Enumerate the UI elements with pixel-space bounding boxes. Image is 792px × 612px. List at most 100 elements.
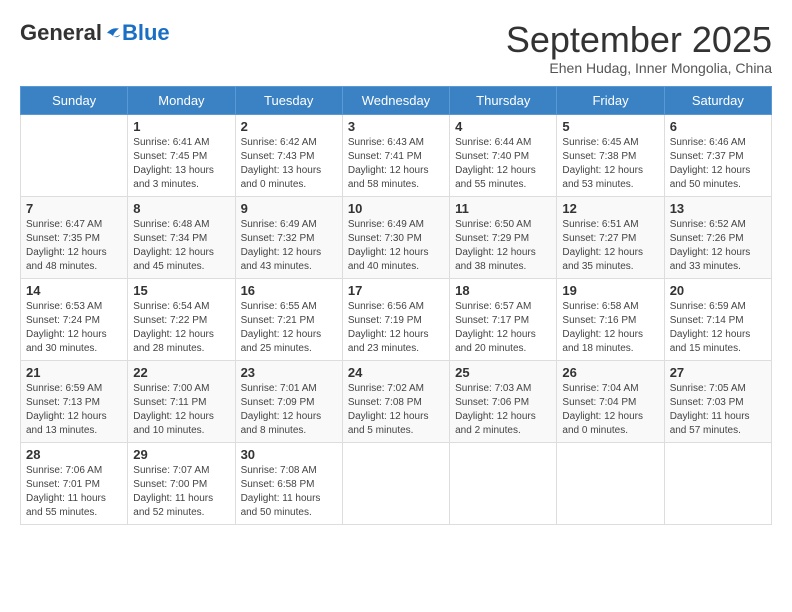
location-subtitle: Ehen Hudag, Inner Mongolia, China bbox=[506, 60, 772, 76]
calendar-cell: 9 Sunrise: 6:49 AMSunset: 7:32 PMDaylight… bbox=[235, 196, 342, 278]
day-info: Sunrise: 7:04 AMSunset: 7:04 PMDaylight:… bbox=[562, 382, 658, 438]
calendar-week-row: 28Sunrise: 7:06 AMSunset: 7:01 PMDayligh… bbox=[21, 442, 772, 524]
day-info: Sunrise: 6:55 AMSunset: 7:21 PMDaylight:… bbox=[241, 300, 337, 356]
day-number: 4 bbox=[455, 119, 551, 134]
day-info: Sunrise: 6:50 AMSunset: 7:29 PMDaylight:… bbox=[455, 218, 551, 274]
day-number: 6 bbox=[670, 119, 766, 134]
calendar-cell bbox=[557, 442, 664, 524]
calendar-cell: 17 Sunrise: 6:56 AMSunset: 7:19 PMDayligh… bbox=[342, 278, 449, 360]
day-number: 27 bbox=[670, 365, 766, 380]
header-tuesday: Tuesday bbox=[235, 86, 342, 114]
calendar-cell: 12Sunrise: 6:51 AMSunset: 7:27 PMDayligh… bbox=[557, 196, 664, 278]
header-monday: Monday bbox=[128, 86, 235, 114]
header-wednesday: Wednesday bbox=[342, 86, 449, 114]
day-info: Sunrise: 6:54 AMSunset: 7:22 PMDaylight:… bbox=[133, 300, 229, 356]
day-number: 17 bbox=[348, 283, 444, 298]
calendar-cell: 2 Sunrise: 6:42 AMSunset: 7:43 PMDaylight… bbox=[235, 114, 342, 196]
day-number: 25 bbox=[455, 365, 551, 380]
day-info: Sunrise: 7:08 AMSunset: 6:58 PMDaylight:… bbox=[241, 464, 337, 520]
day-info: Sunrise: 7:07 AMSunset: 7:00 PMDaylight:… bbox=[133, 464, 229, 520]
header-friday: Friday bbox=[557, 86, 664, 114]
day-info: Sunrise: 7:01 AMSunset: 7:09 PMDaylight:… bbox=[241, 382, 337, 438]
day-number: 13 bbox=[670, 201, 766, 216]
day-number: 5 bbox=[562, 119, 658, 134]
day-info: Sunrise: 6:48 AMSunset: 7:34 PMDaylight:… bbox=[133, 218, 229, 274]
day-info: Sunrise: 6:49 AMSunset: 7:30 PMDaylight:… bbox=[348, 218, 444, 274]
day-info: Sunrise: 6:49 AMSunset: 7:32 PMDaylight:… bbox=[241, 218, 337, 274]
logo-bird-icon bbox=[104, 24, 122, 42]
calendar-cell: 24 Sunrise: 7:02 AMSunset: 7:08 PMDayligh… bbox=[342, 360, 449, 442]
calendar-cell: 7 Sunrise: 6:47 AMSunset: 7:35 PMDaylight… bbox=[21, 196, 128, 278]
day-number: 10 bbox=[348, 201, 444, 216]
month-title: September 2025 bbox=[506, 20, 772, 60]
day-info: Sunrise: 6:42 AMSunset: 7:43 PMDaylight:… bbox=[241, 136, 337, 192]
calendar-cell: 4 Sunrise: 6:44 AMSunset: 7:40 PMDaylight… bbox=[450, 114, 557, 196]
day-number: 20 bbox=[670, 283, 766, 298]
calendar-cell: 27 Sunrise: 7:05 AMSunset: 7:03 PMDayligh… bbox=[664, 360, 771, 442]
calendar-cell: 16 Sunrise: 6:55 AMSunset: 7:21 PMDayligh… bbox=[235, 278, 342, 360]
day-number: 30 bbox=[241, 447, 337, 462]
day-number: 18 bbox=[455, 283, 551, 298]
day-number: 23 bbox=[241, 365, 337, 380]
logo-general-text: General bbox=[20, 20, 102, 46]
day-number: 8 bbox=[133, 201, 229, 216]
day-info: Sunrise: 6:57 AMSunset: 7:17 PMDaylight:… bbox=[455, 300, 551, 356]
day-info: Sunrise: 7:00 AMSunset: 7:11 PMDaylight:… bbox=[133, 382, 229, 438]
day-number: 26 bbox=[562, 365, 658, 380]
calendar-week-row: 14 Sunrise: 6:53 AMSunset: 7:24 PMDayligh… bbox=[21, 278, 772, 360]
day-number: 3 bbox=[348, 119, 444, 134]
calendar-cell: 15 Sunrise: 6:54 AMSunset: 7:22 PMDayligh… bbox=[128, 278, 235, 360]
day-info: Sunrise: 6:41 AMSunset: 7:45 PMDaylight:… bbox=[133, 136, 229, 192]
day-number: 22 bbox=[133, 365, 229, 380]
calendar-cell: 3Sunrise: 6:43 AMSunset: 7:41 PMDaylight… bbox=[342, 114, 449, 196]
calendar-cell bbox=[664, 442, 771, 524]
day-number: 29 bbox=[133, 447, 229, 462]
day-info: Sunrise: 7:06 AMSunset: 7:01 PMDaylight:… bbox=[26, 464, 122, 520]
day-info: Sunrise: 7:05 AMSunset: 7:03 PMDaylight:… bbox=[670, 382, 766, 438]
day-number: 15 bbox=[133, 283, 229, 298]
calendar-cell bbox=[21, 114, 128, 196]
header-thursday: Thursday bbox=[450, 86, 557, 114]
calendar-cell: 8 Sunrise: 6:48 AMSunset: 7:34 PMDaylight… bbox=[128, 196, 235, 278]
calendar-cell: 10 Sunrise: 6:49 AMSunset: 7:30 PMDayligh… bbox=[342, 196, 449, 278]
logo-blue-text: Blue bbox=[122, 20, 170, 46]
calendar-cell: 26 Sunrise: 7:04 AMSunset: 7:04 PMDayligh… bbox=[557, 360, 664, 442]
day-info: Sunrise: 6:44 AMSunset: 7:40 PMDaylight:… bbox=[455, 136, 551, 192]
day-info: Sunrise: 6:47 AMSunset: 7:35 PMDaylight:… bbox=[26, 218, 122, 274]
day-number: 9 bbox=[241, 201, 337, 216]
calendar-cell: 30 Sunrise: 7:08 AMSunset: 6:58 PMDayligh… bbox=[235, 442, 342, 524]
calendar-cell: 23 Sunrise: 7:01 AMSunset: 7:09 PMDayligh… bbox=[235, 360, 342, 442]
day-number: 19 bbox=[562, 283, 658, 298]
calendar-cell: 13Sunrise: 6:52 AMSunset: 7:26 PMDayligh… bbox=[664, 196, 771, 278]
day-number: 16 bbox=[241, 283, 337, 298]
calendar-week-row: 21 Sunrise: 6:59 AMSunset: 7:13 PMDayligh… bbox=[21, 360, 772, 442]
calendar-cell: 11Sunrise: 6:50 AMSunset: 7:29 PMDayligh… bbox=[450, 196, 557, 278]
calendar-cell: 14 Sunrise: 6:53 AMSunset: 7:24 PMDayligh… bbox=[21, 278, 128, 360]
day-info: Sunrise: 6:59 AMSunset: 7:13 PMDaylight:… bbox=[26, 382, 122, 438]
calendar-cell: 28Sunrise: 7:06 AMSunset: 7:01 PMDayligh… bbox=[21, 442, 128, 524]
calendar-cell bbox=[342, 442, 449, 524]
calendar-week-row: 7 Sunrise: 6:47 AMSunset: 7:35 PMDaylight… bbox=[21, 196, 772, 278]
day-number: 21 bbox=[26, 365, 122, 380]
day-info: Sunrise: 6:58 AMSunset: 7:16 PMDaylight:… bbox=[562, 300, 658, 356]
day-info: Sunrise: 7:02 AMSunset: 7:08 PMDaylight:… bbox=[348, 382, 444, 438]
calendar-cell: 18 Sunrise: 6:57 AMSunset: 7:17 PMDayligh… bbox=[450, 278, 557, 360]
day-info: Sunrise: 7:03 AMSunset: 7:06 PMDaylight:… bbox=[455, 382, 551, 438]
day-info: Sunrise: 6:56 AMSunset: 7:19 PMDaylight:… bbox=[348, 300, 444, 356]
day-number: 2 bbox=[241, 119, 337, 134]
day-number: 14 bbox=[26, 283, 122, 298]
day-info: Sunrise: 6:51 AMSunset: 7:27 PMDaylight:… bbox=[562, 218, 658, 274]
calendar-header-row: SundayMondayTuesdayWednesdayThursdayFrid… bbox=[21, 86, 772, 114]
calendar-cell: 21 Sunrise: 6:59 AMSunset: 7:13 PMDayligh… bbox=[21, 360, 128, 442]
calendar-table: SundayMondayTuesdayWednesdayThursdayFrid… bbox=[20, 86, 772, 525]
calendar-cell: 1Sunrise: 6:41 AMSunset: 7:45 PMDaylight… bbox=[128, 114, 235, 196]
day-number: 24 bbox=[348, 365, 444, 380]
calendar-week-row: 1Sunrise: 6:41 AMSunset: 7:45 PMDaylight… bbox=[21, 114, 772, 196]
calendar-cell: 20Sunrise: 6:59 AMSunset: 7:14 PMDayligh… bbox=[664, 278, 771, 360]
header-saturday: Saturday bbox=[664, 86, 771, 114]
day-info: Sunrise: 6:53 AMSunset: 7:24 PMDaylight:… bbox=[26, 300, 122, 356]
calendar-cell: 19 Sunrise: 6:58 AMSunset: 7:16 PMDayligh… bbox=[557, 278, 664, 360]
day-number: 7 bbox=[26, 201, 122, 216]
day-info: Sunrise: 6:45 AMSunset: 7:38 PMDaylight:… bbox=[562, 136, 658, 192]
calendar-cell bbox=[450, 442, 557, 524]
